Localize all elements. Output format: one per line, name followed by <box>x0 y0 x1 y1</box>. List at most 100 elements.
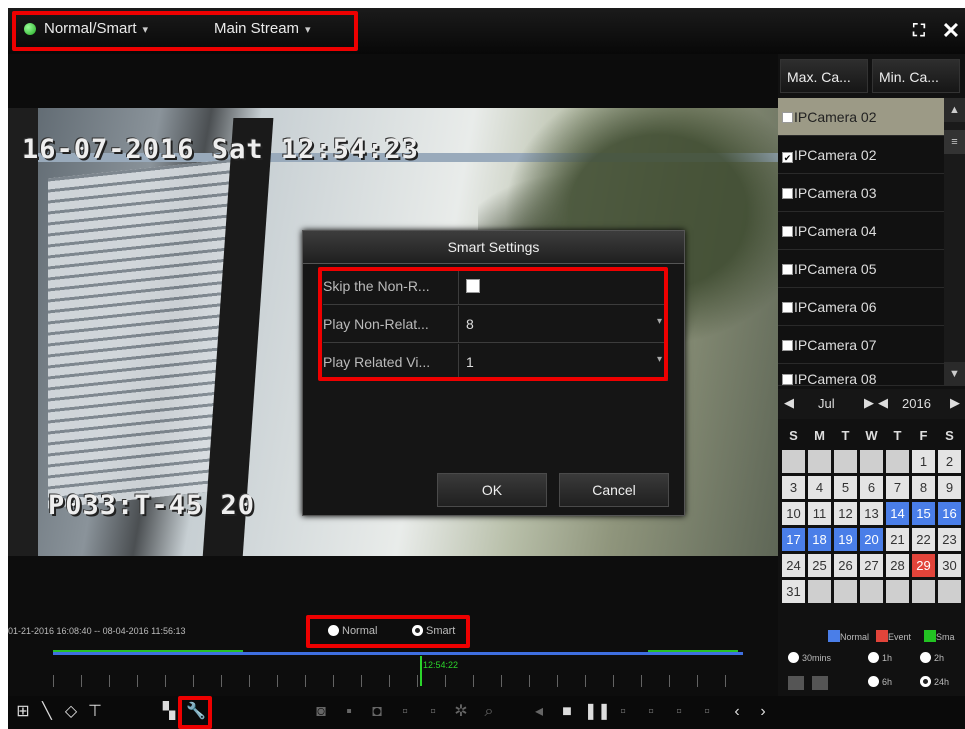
calendar-day[interactable]: 30 <box>938 554 961 577</box>
zoom-24h-radio[interactable]: 24h <box>920 676 949 687</box>
calendar-day[interactable]: 10 <box>782 502 805 525</box>
setting-row-related-speed[interactable]: Play Related Vi... 1 ▾ <box>323 344 668 381</box>
tag-edit-icon[interactable]: ▫ <box>422 701 444 723</box>
timeline-cursor[interactable] <box>420 656 422 686</box>
prev-day-icon[interactable]: ‹ <box>726 701 748 723</box>
calendar-day[interactable]: 28 <box>886 554 909 577</box>
timeline[interactable]: 01-21-2016 16:08:40 -- 08-04-2016 11:56:… <box>8 556 778 696</box>
settings-icon[interactable]: ✲ <box>450 701 472 723</box>
calendar-day[interactable]: 21 <box>886 528 909 551</box>
tag-icon[interactable]: ◇ <box>60 701 82 723</box>
camera-checkbox[interactable] <box>782 264 793 275</box>
calendar-day[interactable]: 20 <box>860 528 883 551</box>
zoom-30mins-radio[interactable]: 30mins <box>788 652 831 663</box>
camera-item[interactable]: ✔ IPCamera 02 <box>778 136 944 174</box>
camera-list-scrollbar[interactable]: ▲ ≡ ▼ <box>944 98 965 386</box>
calendar-day[interactable]: 17 <box>782 528 805 551</box>
camera-checkbox[interactable] <box>782 374 793 385</box>
next-month-icon[interactable]: ▶ <box>864 395 874 411</box>
camera-checkbox[interactable] <box>782 340 793 351</box>
scroll-down-icon[interactable]: ▼ <box>944 362 965 386</box>
related-speed-select[interactable]: 1 <box>466 354 474 370</box>
calendar-day[interactable]: 18 <box>808 528 831 551</box>
close-icon[interactable]: ✕ <box>938 18 964 44</box>
zoom-out-icon[interactable] <box>788 676 804 690</box>
stop-icon[interactable]: ■ <box>556 701 578 723</box>
pause-icon[interactable]: ❚❚ <box>584 701 611 723</box>
search-icon[interactable]: ⌕ <box>478 701 500 723</box>
calendar-day[interactable]: 4 <box>808 476 831 499</box>
zoom-1h-radio[interactable]: 1h <box>868 652 892 663</box>
calendar-day[interactable]: 7 <box>886 476 909 499</box>
fast-icon[interactable]: ▫ <box>696 701 718 723</box>
next-day-icon[interactable]: › <box>752 701 774 723</box>
wrench-icon[interactable]: 🔧 <box>185 701 207 723</box>
cancel-button[interactable]: Cancel <box>559 473 669 507</box>
camera-checkbox[interactable] <box>782 112 793 123</box>
zoom-2h-radio[interactable]: 2h <box>920 652 944 663</box>
camera-item[interactable]: IPCamera 03 <box>778 174 944 212</box>
camera-checkbox[interactable] <box>782 188 793 199</box>
zoom-in-icon[interactable] <box>812 676 828 690</box>
stream-dropdown[interactable]: Main Stream ▾ <box>214 20 311 37</box>
calendar-day[interactable]: 26 <box>834 554 857 577</box>
scroll-up-icon[interactable]: ▲ <box>944 98 965 122</box>
reverse-icon[interactable]: ◂ <box>528 701 550 723</box>
speed-icon[interactable]: ▫ <box>668 701 690 723</box>
calendar-day[interactable]: 15 <box>912 502 935 525</box>
zoom-6h-radio[interactable]: 6h <box>868 676 892 687</box>
camera-checkbox[interactable] <box>782 226 793 237</box>
calendar-day[interactable]: 19 <box>834 528 857 551</box>
mode-smart-radio[interactable]: Smart <box>412 625 455 637</box>
calendar-day[interactable]: 24 <box>782 554 805 577</box>
calendar-day[interactable]: 29 <box>912 554 935 577</box>
calendar-day[interactable]: 27 <box>860 554 883 577</box>
camera-item[interactable]: IPCamera 08 <box>778 364 944 386</box>
camera-item[interactable]: IPCamera 02 <box>778 98 944 136</box>
calendar-day[interactable]: 22 <box>912 528 935 551</box>
camera-item[interactable]: IPCamera 05 <box>778 250 944 288</box>
prev-year-icon[interactable]: ◀ <box>878 395 888 411</box>
snapshot-icon[interactable]: ◙ <box>310 701 332 723</box>
slow-icon[interactable]: ▫ <box>640 701 662 723</box>
calendar-day[interactable]: 16 <box>938 502 961 525</box>
mode-normal-radio[interactable]: Normal <box>328 625 377 637</box>
max-camera-button[interactable]: Max. Ca... <box>780 59 868 93</box>
non-related-speed-select[interactable]: 8 <box>466 316 474 332</box>
calendar-day[interactable]: 3 <box>782 476 805 499</box>
camera-item[interactable]: IPCamera 07 <box>778 326 944 364</box>
calendar-day[interactable]: 9 <box>938 476 961 499</box>
camera-icon[interactable]: ◘ <box>366 701 388 723</box>
calendar-day[interactable]: 1 <box>912 450 935 473</box>
filter-icon[interactable]: ⊤ <box>84 701 106 723</box>
audio-icon[interactable]: ▪ <box>338 701 360 723</box>
min-camera-button[interactable]: Min. Ca... <box>872 59 960 93</box>
skip-checkbox[interactable] <box>466 279 480 293</box>
calendar-day[interactable]: 12 <box>834 502 857 525</box>
clip-icon[interactable]: ╲ <box>36 701 58 723</box>
calendar-day[interactable]: 25 <box>808 554 831 577</box>
calendar-day[interactable]: 11 <box>808 502 831 525</box>
lock-icon[interactable]: ▚ <box>158 701 180 723</box>
scroll-thumb[interactable]: ≡ <box>944 130 965 154</box>
camera-checkbox[interactable] <box>782 302 793 313</box>
camera-item[interactable]: IPCamera 04 <box>778 212 944 250</box>
layout-icon[interactable]: ⊞ <box>12 701 34 723</box>
calendar-day[interactable]: 6 <box>860 476 883 499</box>
prev-month-icon[interactable]: ◀ <box>784 395 794 411</box>
mode-dropdown[interactable]: Normal/Smart ▾ <box>44 20 148 37</box>
step-back-icon[interactable]: ▫ <box>612 701 634 723</box>
camera-checkbox[interactable]: ✔ <box>782 152 793 163</box>
next-year-icon[interactable]: ▶ <box>950 395 960 411</box>
calendar-day[interactable]: 8 <box>912 476 935 499</box>
calendar-day[interactable]: 2 <box>938 450 961 473</box>
tag-add-icon[interactable]: ▫ <box>394 701 416 723</box>
calendar-day[interactable]: 5 <box>834 476 857 499</box>
setting-row-non-related-speed[interactable]: Play Non-Relat... 8 ▾ <box>323 306 668 343</box>
fullscreen-icon[interactable]: ⛶ <box>906 18 932 44</box>
calendar-day[interactable]: 23 <box>938 528 961 551</box>
calendar-day[interactable]: 31 <box>782 580 805 603</box>
calendar-day[interactable]: 13 <box>860 502 883 525</box>
calendar-day[interactable]: 14 <box>886 502 909 525</box>
ok-button[interactable]: OK <box>437 473 547 507</box>
